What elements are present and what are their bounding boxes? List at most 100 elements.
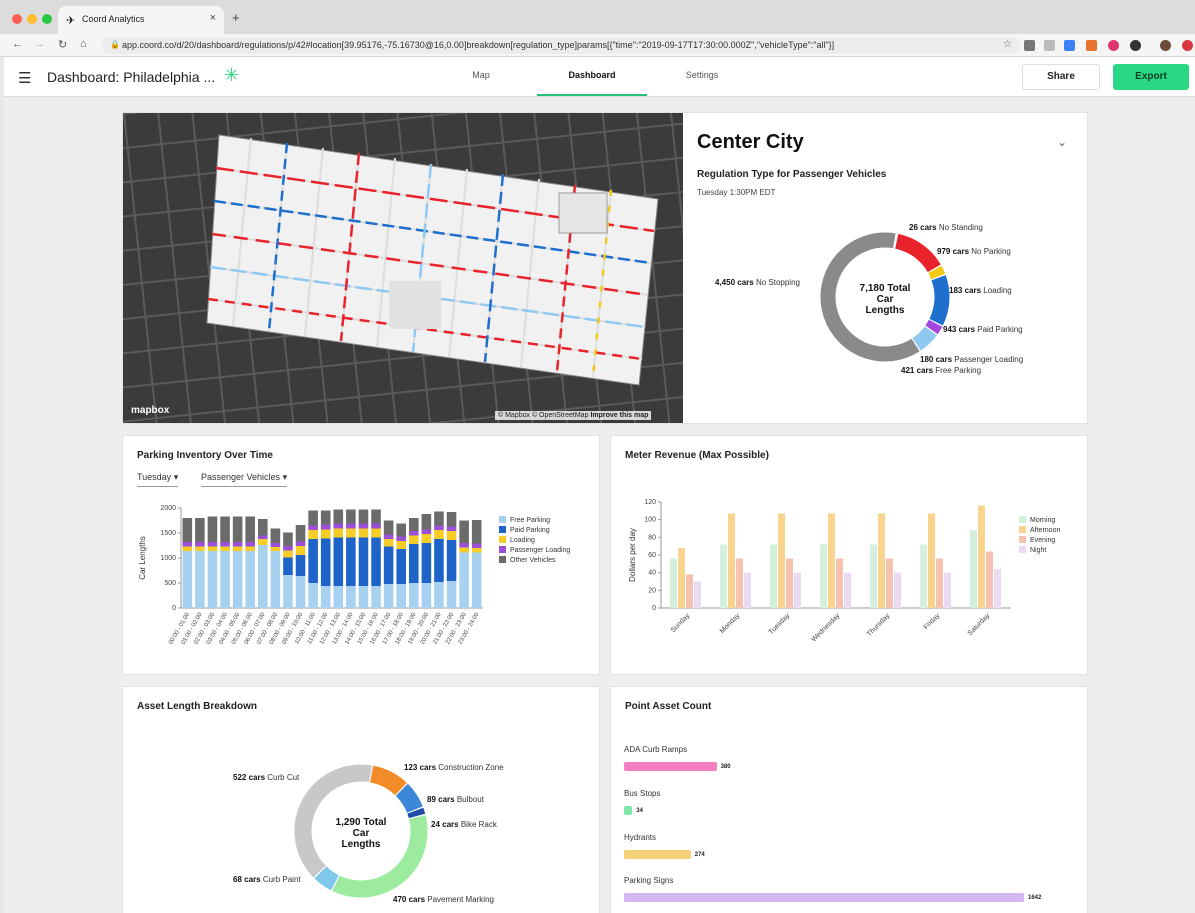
bar-segment[interactable] bbox=[409, 518, 419, 531]
bar-segment[interactable] bbox=[421, 543, 432, 583]
bar-segment[interactable] bbox=[207, 542, 218, 547]
revenue-bar[interactable] bbox=[670, 558, 677, 608]
bar-segment[interactable] bbox=[270, 543, 281, 547]
revenue-bar[interactable] bbox=[920, 544, 927, 608]
revenue-bar[interactable] bbox=[770, 544, 777, 608]
bar-segment[interactable] bbox=[220, 551, 230, 608]
url-field[interactable]: 🔒 app.coord.co/d/20/dashboard/regulation… bbox=[102, 37, 1020, 54]
revenue-bar[interactable] bbox=[836, 558, 843, 608]
donut-slice-passenger-loading[interactable] bbox=[925, 319, 943, 335]
bar-segment[interactable] bbox=[258, 535, 268, 540]
bar-segment[interactable] bbox=[182, 551, 193, 608]
bar-segment[interactable] bbox=[371, 586, 381, 608]
bar-segment[interactable] bbox=[320, 524, 331, 530]
bar-segment[interactable] bbox=[446, 512, 457, 527]
bar-segment[interactable] bbox=[295, 555, 306, 576]
extension-icon[interactable] bbox=[1044, 40, 1055, 51]
revenue-bar[interactable] bbox=[936, 558, 943, 608]
bar-segment[interactable] bbox=[471, 548, 482, 553]
donut-slice-bulbout[interactable] bbox=[395, 783, 423, 814]
bar-segment[interactable] bbox=[471, 520, 482, 544]
bar-segment[interactable] bbox=[434, 582, 444, 608]
tab-map[interactable]: Map bbox=[426, 70, 536, 80]
bar-segment[interactable] bbox=[333, 537, 344, 587]
map-view[interactable]: mapbox © Mapbox © OpenStreetMap Improve … bbox=[123, 113, 683, 423]
bar-segment[interactable] bbox=[471, 543, 482, 549]
bar-segment[interactable] bbox=[182, 518, 193, 542]
revenue-bar[interactable] bbox=[744, 572, 751, 608]
bar-segment[interactable] bbox=[383, 546, 394, 585]
bookmark-star-icon[interactable]: ☆ bbox=[1003, 39, 1012, 50]
bar-segment[interactable] bbox=[409, 544, 419, 583]
bar-segment[interactable] bbox=[195, 542, 205, 547]
improve-map-link[interactable]: Improve this map bbox=[590, 412, 648, 419]
bar-segment[interactable] bbox=[421, 514, 432, 530]
bar-segment[interactable] bbox=[346, 586, 356, 608]
bar-segment[interactable] bbox=[195, 546, 205, 552]
revenue-bar[interactable] bbox=[778, 513, 785, 608]
bar-segment[interactable] bbox=[434, 511, 444, 526]
notification-extension-icon[interactable] bbox=[1086, 40, 1097, 51]
share-button[interactable]: Share bbox=[1022, 64, 1100, 90]
bar-segment[interactable] bbox=[434, 539, 444, 582]
bar-segment[interactable] bbox=[371, 523, 381, 529]
menu-extension-icon[interactable] bbox=[1182, 40, 1193, 51]
bar-segment[interactable] bbox=[295, 546, 306, 555]
bar-segment[interactable] bbox=[383, 584, 394, 608]
bar-segment[interactable] bbox=[383, 539, 394, 547]
bar-segment[interactable] bbox=[207, 546, 218, 552]
bar-segment[interactable] bbox=[258, 545, 268, 608]
bar-segment[interactable] bbox=[333, 509, 344, 524]
revenue-bar[interactable] bbox=[786, 558, 793, 608]
revenue-bar[interactable] bbox=[678, 547, 685, 608]
bar-segment[interactable] bbox=[245, 516, 255, 543]
attribution-text[interactable]: © Mapbox © OpenStreetMap bbox=[498, 412, 588, 419]
close-window-icon[interactable] bbox=[12, 14, 22, 24]
bar-segment[interactable] bbox=[333, 528, 344, 538]
bar-segment[interactable] bbox=[308, 539, 318, 583]
bar-segment[interactable] bbox=[320, 529, 331, 539]
forward-icon[interactable]: → bbox=[34, 38, 45, 50]
maximize-window-icon[interactable] bbox=[42, 14, 52, 24]
back-icon[interactable]: ← bbox=[12, 38, 23, 50]
bar-segment[interactable] bbox=[346, 528, 356, 538]
bar-segment[interactable] bbox=[333, 523, 344, 529]
tab-close-icon[interactable]: × bbox=[210, 12, 216, 24]
bar-segment[interactable] bbox=[195, 551, 205, 608]
reload-icon[interactable]: ↻ bbox=[58, 38, 67, 51]
revenue-bar[interactable] bbox=[944, 572, 951, 608]
bar-segment[interactable] bbox=[320, 586, 331, 608]
menu-icon[interactable]: ☰ bbox=[18, 69, 31, 87]
target-extension-icon[interactable] bbox=[1108, 40, 1119, 51]
bar-segment[interactable] bbox=[245, 542, 255, 547]
bar-segment[interactable] bbox=[396, 541, 406, 549]
bar-segment[interactable] bbox=[358, 537, 369, 587]
bar-segment[interactable] bbox=[232, 551, 243, 608]
bar-segment[interactable] bbox=[283, 546, 293, 551]
bar-segment[interactable] bbox=[283, 532, 293, 547]
bar-segment[interactable] bbox=[270, 551, 281, 608]
revenue-bar[interactable] bbox=[694, 581, 701, 609]
revenue-bar[interactable] bbox=[728, 513, 735, 608]
bar-segment[interactable] bbox=[421, 583, 432, 608]
bar-segment[interactable] bbox=[471, 552, 482, 609]
donut-slice-construction-zone[interactable] bbox=[369, 765, 407, 796]
profile-avatar[interactable] bbox=[1160, 40, 1171, 51]
bar-segment[interactable] bbox=[396, 549, 406, 584]
bar-segment[interactable] bbox=[409, 531, 419, 536]
bar-segment[interactable] bbox=[371, 537, 381, 587]
bar-segment[interactable] bbox=[308, 530, 318, 539]
bar-segment[interactable] bbox=[371, 509, 381, 524]
donut-slice-loading[interactable] bbox=[928, 265, 946, 280]
bar-segment[interactable] bbox=[232, 542, 243, 547]
camera-extension-icon[interactable] bbox=[1024, 40, 1035, 51]
bar-segment[interactable] bbox=[283, 557, 293, 576]
bar-segment[interactable] bbox=[283, 575, 293, 608]
revenue-bar[interactable] bbox=[894, 572, 901, 608]
bar-segment[interactable] bbox=[258, 519, 268, 536]
bar-segment[interactable] bbox=[358, 523, 369, 529]
bar-segment[interactable] bbox=[459, 543, 469, 548]
bar-segment[interactable] bbox=[434, 530, 444, 539]
bar-segment[interactable] bbox=[446, 526, 457, 532]
revenue-bar[interactable] bbox=[794, 572, 801, 608]
